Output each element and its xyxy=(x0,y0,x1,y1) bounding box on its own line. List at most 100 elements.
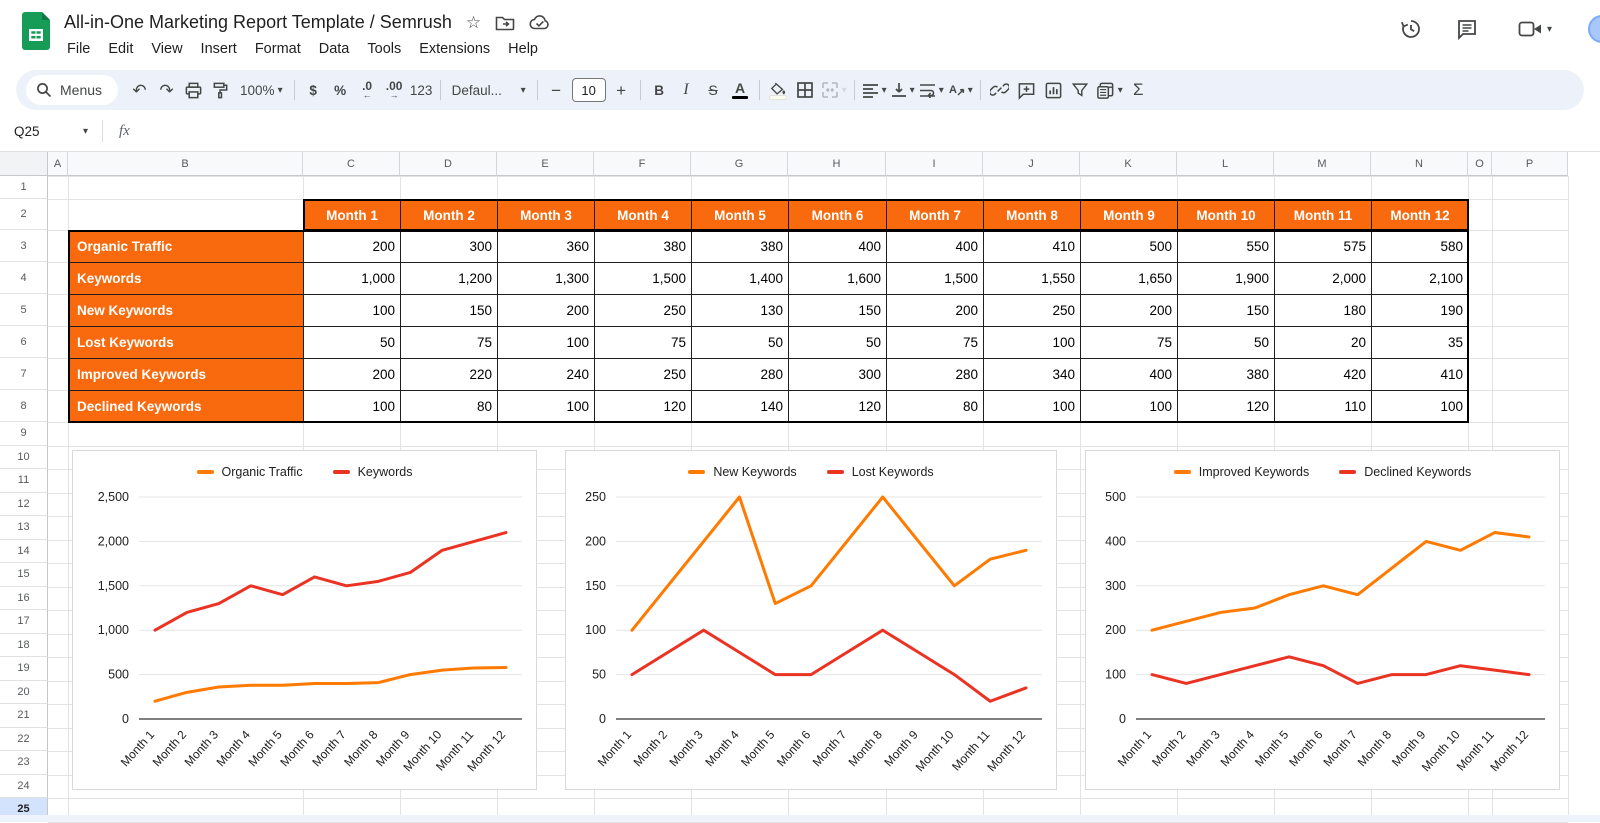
column-header-L[interactable]: L xyxy=(1177,152,1274,176)
table-cell[interactable]: 240 xyxy=(497,358,595,391)
increase-decimal-button[interactable]: .00 → xyxy=(381,76,408,104)
text-wrap-button[interactable]: ▾ xyxy=(917,76,946,104)
menu-item-insert[interactable]: Insert xyxy=(192,38,246,60)
insert-comment-button[interactable] xyxy=(1013,76,1040,104)
table-cell[interactable]: 360 xyxy=(497,230,595,263)
table-cell[interactable]: 410 xyxy=(1371,358,1469,391)
row-header-6[interactable]: 6 xyxy=(0,326,48,358)
table-cell[interactable]: 1,900 xyxy=(1177,262,1275,295)
table-month-header[interactable]: Month 9 xyxy=(1080,199,1178,231)
table-month-header[interactable]: Month 3 xyxy=(497,199,595,231)
zoom-select[interactable]: 100% ▾ xyxy=(234,83,289,98)
menu-item-help[interactable]: Help xyxy=(499,38,547,60)
row-header-22[interactable]: 22 xyxy=(0,727,48,751)
increase-font-size-button[interactable]: + xyxy=(608,76,635,104)
table-month-header[interactable]: Month 1 xyxy=(303,199,401,231)
table-cell[interactable]: 1,550 xyxy=(983,262,1081,295)
insert-chart-button[interactable] xyxy=(1040,76,1067,104)
meet-video-button[interactable]: ▾ xyxy=(1508,14,1562,44)
name-box[interactable]: Q25 ▾ xyxy=(0,124,96,139)
table-cell[interactable]: 250 xyxy=(594,294,692,327)
table-cell[interactable]: 100 xyxy=(497,326,595,359)
table-month-header[interactable]: Month 10 xyxy=(1177,199,1275,231)
decrease-decimal-button[interactable]: .0 ← xyxy=(354,76,381,104)
table-cell[interactable]: 200 xyxy=(303,358,401,391)
table-cell[interactable]: 100 xyxy=(1080,390,1178,423)
row-header-13[interactable]: 13 xyxy=(0,516,48,540)
menu-item-edit[interactable]: Edit xyxy=(99,38,142,60)
borders-button[interactable] xyxy=(792,76,819,104)
print-button[interactable] xyxy=(180,76,207,104)
star-icon[interactable]: ☆ xyxy=(466,14,481,31)
table-cell[interactable]: 100 xyxy=(303,390,401,423)
table-cell[interactable]: 280 xyxy=(691,358,789,391)
strikethrough-button[interactable]: S xyxy=(700,76,727,104)
table-cell[interactable]: 1,400 xyxy=(691,262,789,295)
column-header-B[interactable]: B xyxy=(68,152,303,176)
row-header-15[interactable]: 15 xyxy=(0,563,48,587)
table-cell[interactable]: 250 xyxy=(983,294,1081,327)
table-cell[interactable]: 120 xyxy=(594,390,692,423)
text-color-button[interactable]: A xyxy=(727,76,754,104)
menu-item-view[interactable]: View xyxy=(142,38,191,60)
text-rotation-button[interactable]: A ▾ xyxy=(946,76,975,104)
table-cell[interactable]: 50 xyxy=(788,326,887,359)
table-row-label[interactable]: Keywords xyxy=(68,262,304,295)
table-month-header[interactable]: Month 6 xyxy=(788,199,887,231)
font-family-select[interactable]: Defaul... ▾ xyxy=(446,83,532,98)
column-header-N[interactable]: N xyxy=(1371,152,1468,176)
menus-search-button[interactable]: Menus xyxy=(26,75,119,105)
column-header-G[interactable]: G xyxy=(691,152,788,176)
row-header-21[interactable]: 21 xyxy=(0,704,48,728)
row-header-9[interactable]: 9 xyxy=(0,422,48,446)
table-month-header[interactable]: Month 5 xyxy=(691,199,789,231)
row-header-19[interactable]: 19 xyxy=(0,657,48,681)
table-cell[interactable]: 200 xyxy=(497,294,595,327)
table-month-header[interactable]: Month 8 xyxy=(983,199,1081,231)
table-month-header[interactable]: Month 2 xyxy=(400,199,498,231)
row-header-3[interactable]: 3 xyxy=(0,230,48,262)
table-cell[interactable]: 80 xyxy=(400,390,498,423)
table-cell[interactable]: 35 xyxy=(1371,326,1469,359)
row-header-10[interactable]: 10 xyxy=(0,445,48,469)
table-cell[interactable]: 190 xyxy=(1371,294,1469,327)
row-header-7[interactable]: 7 xyxy=(0,358,48,390)
column-header-J[interactable]: J xyxy=(983,152,1080,176)
table-cell[interactable]: 120 xyxy=(1177,390,1275,423)
menu-item-file[interactable]: File xyxy=(58,38,99,60)
table-cell[interactable]: 20 xyxy=(1274,326,1372,359)
version-history-icon[interactable] xyxy=(1396,14,1426,44)
column-header-O[interactable]: O xyxy=(1468,152,1492,176)
table-cell[interactable]: 380 xyxy=(1177,358,1275,391)
table-cell[interactable]: 75 xyxy=(594,326,692,359)
merge-cells-button[interactable]: ▾ xyxy=(819,76,849,104)
fill-color-button[interactable] xyxy=(765,76,792,104)
table-cell[interactable]: 80 xyxy=(886,390,984,423)
create-filter-button[interactable] xyxy=(1067,76,1094,104)
table-cell[interactable]: 380 xyxy=(691,230,789,263)
table-cell[interactable]: 100 xyxy=(983,390,1081,423)
row-header-23[interactable]: 23 xyxy=(0,751,48,775)
functions-button[interactable]: Σ xyxy=(1125,76,1152,104)
table-month-header[interactable]: Month 12 xyxy=(1371,199,1469,231)
chart-improved-keywords-vs-declined-keywords[interactable]: Improved Keywords Declined Keywords 0 100 20… xyxy=(1085,450,1560,790)
table-row-label[interactable]: Declined Keywords xyxy=(68,390,304,423)
vertical-align-button[interactable]: ▾ xyxy=(889,76,917,104)
menu-item-extensions[interactable]: Extensions xyxy=(410,38,499,60)
column-header-A[interactable]: A xyxy=(48,152,68,176)
table-cell[interactable]: 200 xyxy=(303,230,401,263)
menu-item-format[interactable]: Format xyxy=(246,38,310,60)
undo-button[interactable]: ↶ xyxy=(126,76,153,104)
table-cell[interactable]: 300 xyxy=(788,358,887,391)
table-cell[interactable]: 180 xyxy=(1274,294,1372,327)
table-cell[interactable]: 400 xyxy=(1080,358,1178,391)
table-cell[interactable]: 2,000 xyxy=(1274,262,1372,295)
table-cell[interactable]: 300 xyxy=(400,230,498,263)
row-header-14[interactable]: 14 xyxy=(0,539,48,563)
column-header-P[interactable]: P xyxy=(1492,152,1568,176)
table-cell[interactable]: 2,100 xyxy=(1371,262,1469,295)
table-cell[interactable]: 340 xyxy=(983,358,1081,391)
decrease-font-size-button[interactable]: − xyxy=(543,76,570,104)
menu-item-tools[interactable]: Tools xyxy=(358,38,410,60)
sheets-logo[interactable] xyxy=(22,12,50,50)
